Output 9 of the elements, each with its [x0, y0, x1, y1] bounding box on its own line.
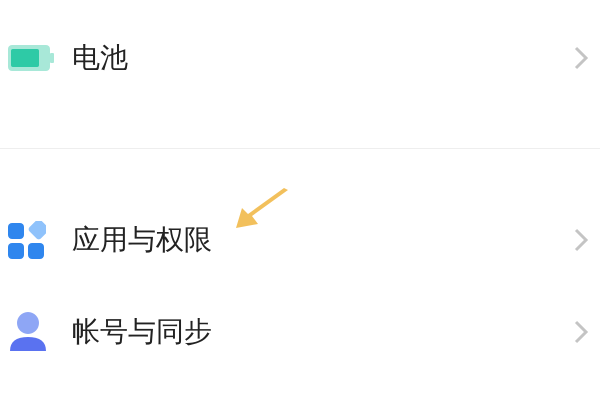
chevron-right-icon: [574, 46, 588, 70]
person-icon: [8, 311, 48, 353]
setting-label[interactable]: 电池: [72, 37, 574, 79]
battery-icon: [8, 45, 54, 71]
setting-label[interactable]: 帐号与同步: [72, 311, 574, 353]
app-grid-icon: [8, 221, 46, 259]
setting-label[interactable]: 应用与权限: [72, 219, 574, 261]
chevron-right-icon: [574, 228, 588, 252]
chevron-right-icon: [574, 320, 588, 344]
